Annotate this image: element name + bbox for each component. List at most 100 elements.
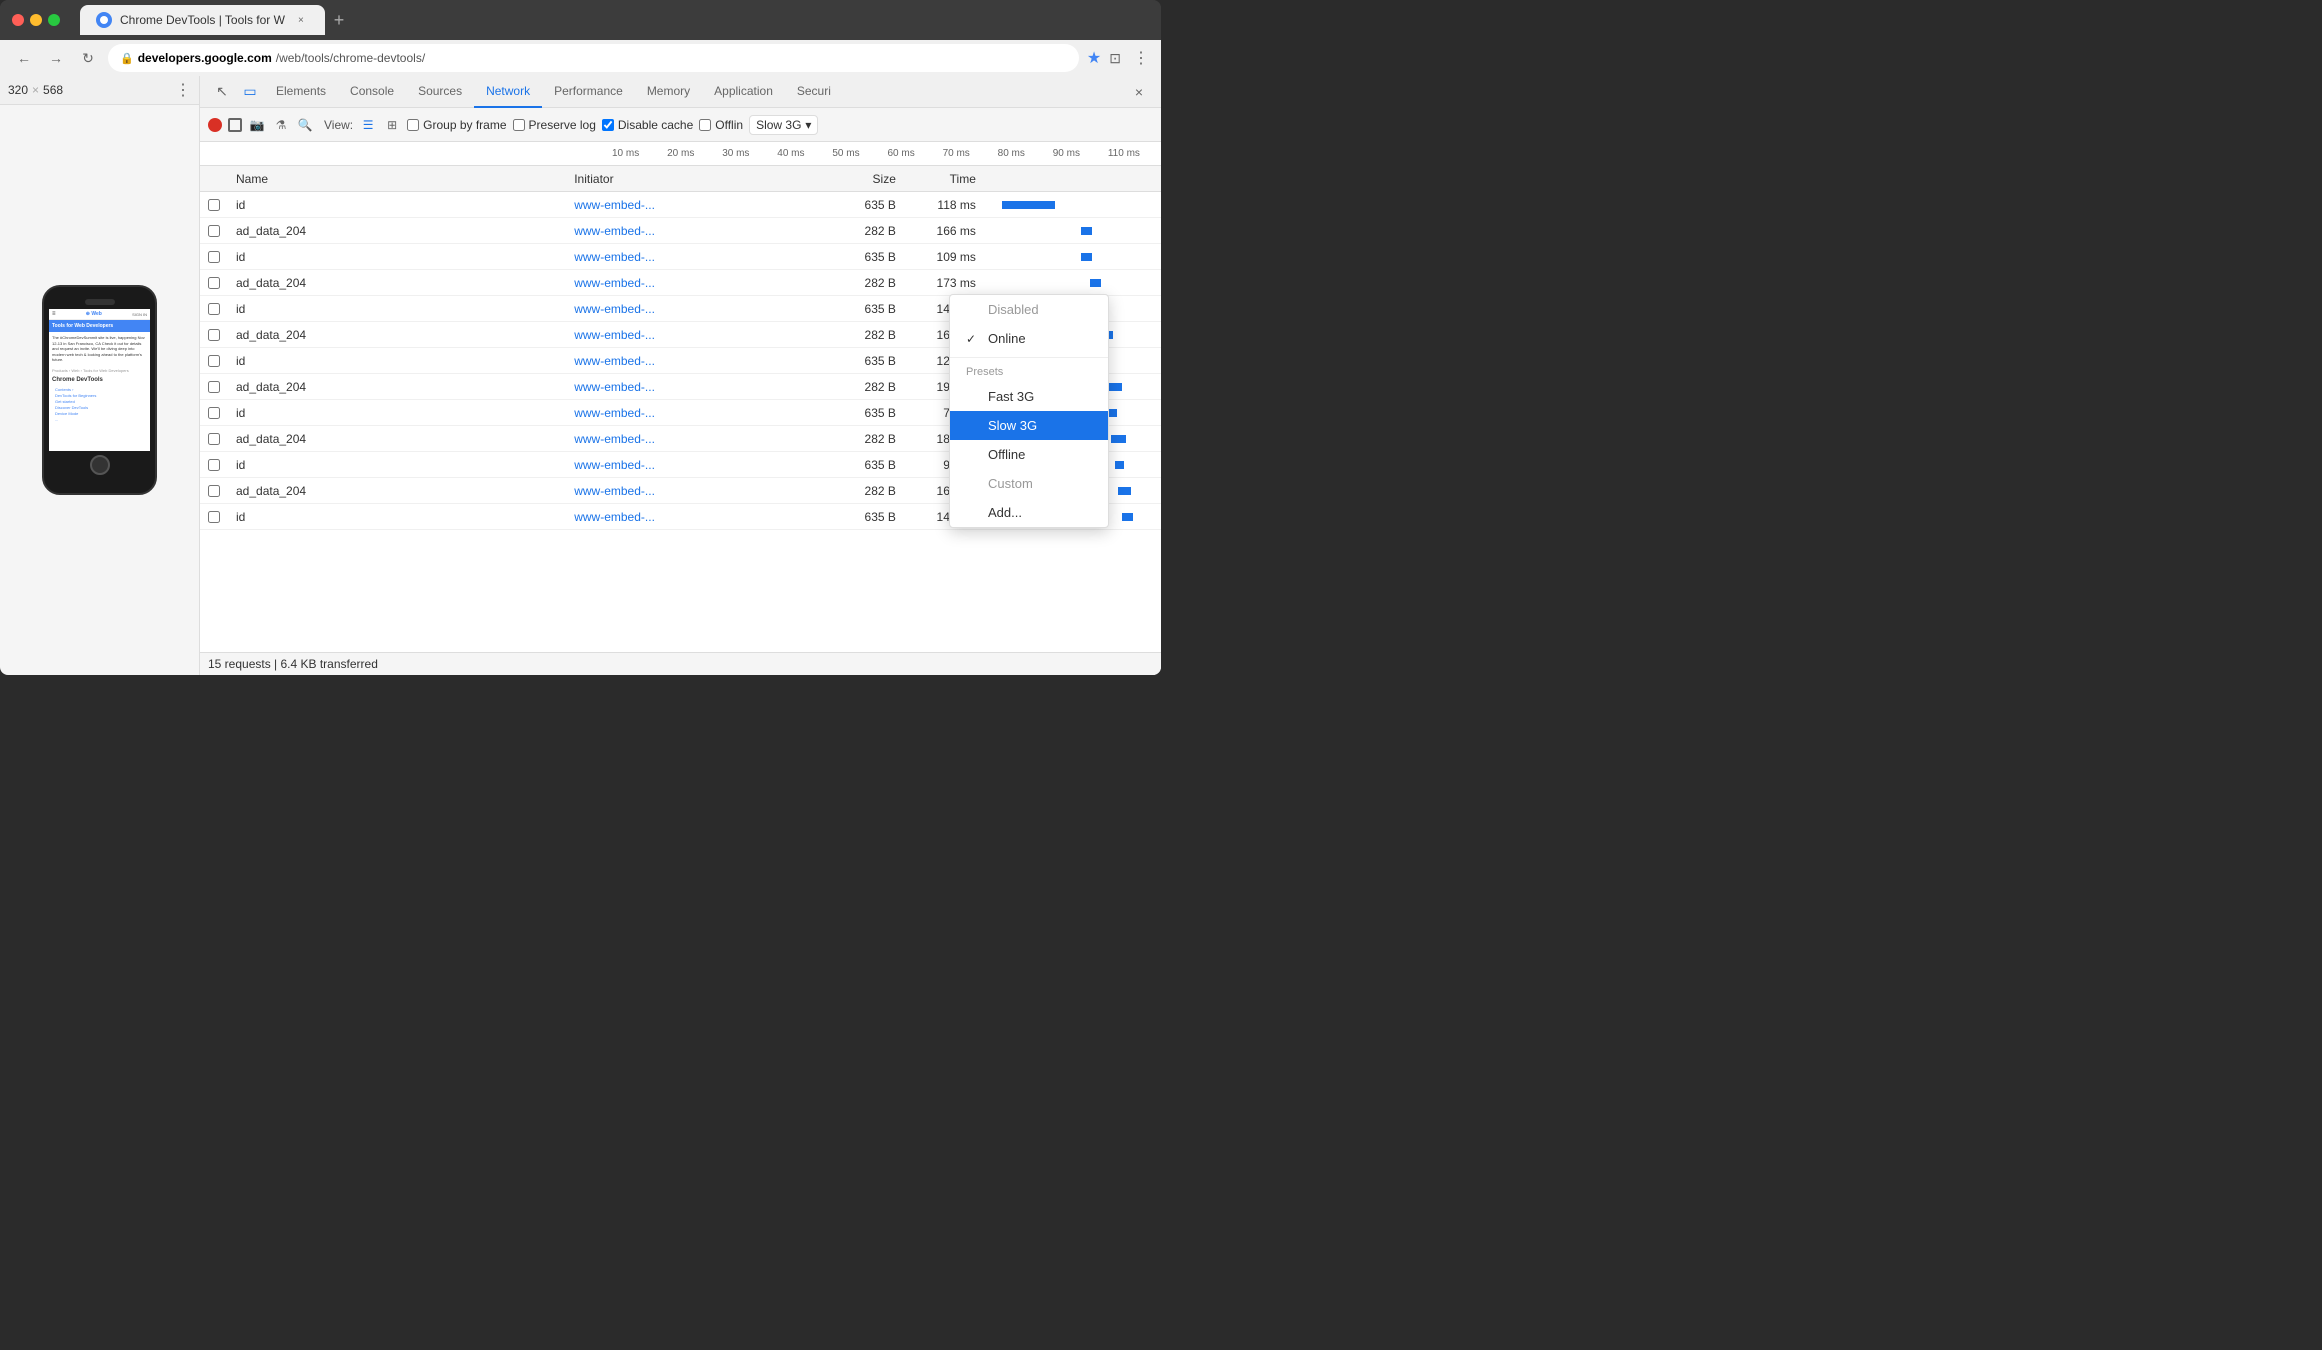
- row-initiator: www-embed-...: [566, 302, 824, 316]
- tab-elements[interactable]: Elements: [264, 76, 338, 108]
- device-preview-area: ≡ ⊕ Web SIGN IN Tools for Web Developers…: [32, 105, 167, 675]
- row-initiator: www-embed-...: [566, 458, 824, 472]
- disable-cache-checkbox[interactable]: [602, 119, 614, 131]
- row-checkbox[interactable]: [200, 225, 228, 237]
- row-size: 635 B: [824, 406, 904, 420]
- row-initiator: www-embed-...: [566, 250, 824, 264]
- device-mode-icon[interactable]: ▭: [236, 78, 264, 106]
- row-size: 635 B: [824, 198, 904, 212]
- active-tab[interactable]: Chrome DevTools | Tools for W ×: [80, 5, 325, 35]
- group-by-frame-label[interactable]: Group by frame: [407, 118, 506, 132]
- inspector-icon[interactable]: ↖: [208, 78, 236, 106]
- tick-110ms: 110 ms: [1106, 148, 1161, 159]
- devtools-close-button[interactable]: ×: [1125, 78, 1153, 106]
- row-checkbox[interactable]: [200, 329, 228, 341]
- throttle-dropdown-button[interactable]: Slow 3G ▾: [749, 115, 818, 135]
- header-time[interactable]: Time: [904, 172, 984, 186]
- camera-button[interactable]: 📷: [248, 116, 266, 134]
- maximize-button[interactable]: [48, 14, 60, 26]
- browser-menu-button[interactable]: ⋮: [1133, 48, 1149, 68]
- offline-label[interactable]: Offlin: [699, 118, 743, 132]
- menu-item-fast3g[interactable]: Fast 3G: [950, 382, 1108, 411]
- menu-item-custom[interactable]: Custom: [950, 469, 1108, 498]
- row-checkbox[interactable]: [200, 381, 228, 393]
- add-label: Add...: [988, 505, 1022, 520]
- refresh-button[interactable]: ↻: [76, 46, 100, 70]
- phone-nav: ≡ ⊕ Web SIGN IN: [49, 309, 150, 320]
- row-checkbox[interactable]: [200, 433, 228, 445]
- table-row[interactable]: ad_data_204 www-embed-... 282 B 173 ms: [200, 270, 1161, 296]
- row-checkbox[interactable]: [200, 277, 228, 289]
- forward-button[interactable]: →: [44, 46, 68, 70]
- preserve-log-label[interactable]: Preserve log: [513, 118, 596, 132]
- filter-button[interactable]: ⚗: [272, 116, 290, 134]
- row-checkbox[interactable]: [200, 355, 228, 367]
- table-row[interactable]: id www-embed-... 635 B 118 ms: [200, 192, 1161, 218]
- phone-hero: Tools for Web Developers: [49, 320, 150, 332]
- row-checkbox[interactable]: [200, 407, 228, 419]
- menu-item-offline[interactable]: Offline: [950, 440, 1108, 469]
- row-checkbox[interactable]: [200, 303, 228, 315]
- group-by-frame-checkbox[interactable]: [407, 119, 419, 131]
- back-button[interactable]: ←: [12, 46, 36, 70]
- record-button[interactable]: [208, 118, 222, 132]
- table-row[interactable]: id www-embed-... 635 B 109 ms: [200, 244, 1161, 270]
- disabled-label: Disabled: [988, 302, 1039, 317]
- offline-label: Offline: [988, 447, 1025, 462]
- tab-application[interactable]: Application: [702, 76, 785, 108]
- row-checkbox[interactable]: [200, 459, 228, 471]
- header-initiator[interactable]: Initiator: [566, 172, 824, 186]
- offline-checkbox[interactable]: [699, 119, 711, 131]
- traffic-lights: [12, 14, 60, 26]
- device-more-button[interactable]: ⋮: [175, 80, 191, 100]
- bookmark-icon[interactable]: ★: [1087, 48, 1101, 68]
- list-view-button[interactable]: ☰: [359, 116, 377, 134]
- search-button[interactable]: 🔍: [296, 116, 314, 134]
- phone-toc-item: Discover DevTools: [55, 405, 147, 410]
- phone-toc-item: Device Mode: [55, 411, 147, 416]
- menu-item-slow3g[interactable]: Slow 3G: [950, 411, 1108, 440]
- fast3g-label: Fast 3G: [988, 389, 1034, 404]
- tree-view-button[interactable]: ⊞: [383, 116, 401, 134]
- tab-favicon: [96, 12, 112, 28]
- browser-window: Chrome DevTools | Tools for W × + ← → ↻ …: [0, 0, 1161, 675]
- url-bar[interactable]: 🔒 developers.google.com /web/tools/chrom…: [108, 44, 1079, 72]
- tick-90ms: 90 ms: [1051, 148, 1106, 159]
- disable-cache-label[interactable]: Disable cache: [602, 118, 693, 132]
- timeline-bar: 10 ms 20 ms 30 ms 40 ms 50 ms 60 ms 70 m…: [200, 142, 1161, 166]
- menu-item-add[interactable]: Add...: [950, 498, 1108, 527]
- preserve-log-checkbox[interactable]: [513, 119, 525, 131]
- menu-item-online[interactable]: ✓ Online: [950, 324, 1108, 353]
- tab-security[interactable]: Securi: [785, 76, 843, 108]
- table-row[interactable]: ad_data_204 www-embed-... 282 B 166 ms: [200, 218, 1161, 244]
- menu-item-disabled[interactable]: Disabled: [950, 295, 1108, 324]
- tab-sources[interactable]: Sources: [406, 76, 474, 108]
- row-size: 282 B: [824, 328, 904, 342]
- row-name: ad_data_204: [228, 276, 566, 290]
- row-waterfall: [984, 244, 1161, 269]
- clear-button[interactable]: [228, 118, 242, 132]
- tab-memory[interactable]: Memory: [635, 76, 702, 108]
- row-checkbox[interactable]: [200, 511, 228, 523]
- row-checkbox[interactable]: [200, 485, 228, 497]
- new-tab-button[interactable]: +: [325, 6, 353, 34]
- phone-body: The #ChromeDevSummit site is live, happe…: [49, 332, 150, 366]
- tab-network[interactable]: Network: [474, 76, 542, 108]
- header-name[interactable]: Name: [228, 172, 566, 186]
- row-name: id: [228, 250, 566, 264]
- tab-performance[interactable]: Performance: [542, 76, 635, 108]
- tab-close-button[interactable]: ×: [293, 12, 309, 28]
- cast-icon[interactable]: ⊡: [1109, 50, 1121, 67]
- menu-separator: [950, 357, 1108, 358]
- header-size[interactable]: Size: [824, 172, 904, 186]
- row-checkbox[interactable]: [200, 199, 228, 211]
- device-height: 568: [43, 83, 63, 97]
- custom-label: Custom: [988, 476, 1033, 491]
- minimize-button[interactable]: [30, 14, 42, 26]
- row-checkbox[interactable]: [200, 251, 228, 263]
- tab-console[interactable]: Console: [338, 76, 406, 108]
- close-button[interactable]: [12, 14, 24, 26]
- row-waterfall: [984, 192, 1161, 217]
- devtools-tab-bar: ↖ ▭ Elements Console Sources Network Per…: [200, 76, 1161, 108]
- presets-label: Presets: [950, 362, 1108, 382]
